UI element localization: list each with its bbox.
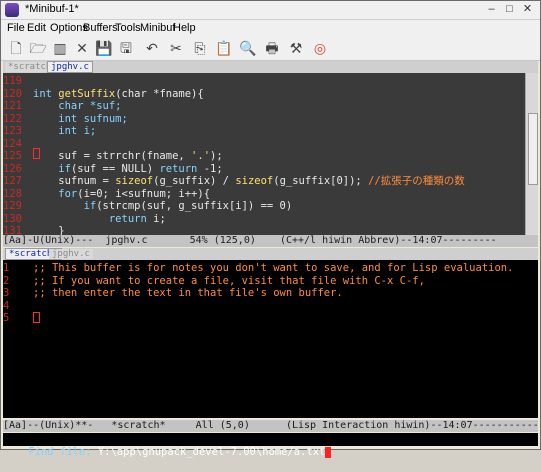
line-number: 121	[3, 100, 22, 112]
code-text: for(i=0; i<sufnum; i++){	[33, 187, 211, 200]
tab-jpghv-c-inactive[interactable]: jpghv.c	[49, 249, 93, 259]
print-icon[interactable]: 🖶	[263, 39, 281, 57]
copy-icon[interactable]: ⎘	[191, 39, 209, 57]
menu-bar: File Edit Options Buffers Tools Minibuf …	[1, 20, 540, 36]
save-disk-icon[interactable]: 💾	[95, 39, 113, 57]
menu-tools[interactable]: Tools	[115, 22, 141, 34]
toolbar: 🗋 🗁 ▥ ✕ 💾 🖫 ↶ ✂ ⎘ 📋 🔍 🖶 ⚒ ◎	[1, 36, 540, 61]
code-text: if(strcmp(suf, g_suffix[i]) == 0)	[33, 200, 293, 212]
line-number: 123	[3, 125, 22, 137]
help-icon[interactable]: ◎	[311, 39, 329, 57]
code-scrollbar[interactable]	[525, 73, 538, 235]
code-line: 124	[3, 138, 523, 150]
comment-text: ;; This buffer is for notes you don't wa…	[33, 262, 514, 274]
paste-icon[interactable]: 📋	[215, 39, 233, 57]
code-text: int sufnum;	[33, 112, 128, 125]
close-window-icon[interactable]: ✕	[521, 3, 534, 16]
emacs-app-icon	[5, 3, 19, 17]
scratch-modeline: [Aa]--(Unix)**- *scratch* All (5,0) (Lis…	[3, 420, 539, 432]
line-number: 120	[3, 87, 22, 100]
save-as-icon[interactable]: 🖫	[117, 39, 135, 57]
line-number: 129	[3, 200, 22, 212]
line-number: 5	[3, 312, 10, 324]
code-text: char *suf;	[33, 100, 122, 112]
minibuffer[interactable]: Find file: Y:\app\gnupack_devel-7.00\hom…	[3, 433, 538, 458]
menu-minibuf[interactable]: Minibuf	[140, 22, 175, 34]
code-line: 130 return i;	[3, 213, 523, 225]
preferences-icon[interactable]: ⚒	[287, 39, 305, 57]
line-number: 125	[3, 150, 22, 162]
text-cursor	[33, 148, 40, 159]
line-number: 122	[3, 112, 22, 125]
line-number: 119	[3, 75, 22, 87]
scratch-line: 4	[3, 300, 523, 312]
code-scroll-thumb[interactable]	[528, 113, 538, 185]
title-bar: *Minibuf-1* – □ ✕	[1, 1, 540, 20]
comment-text: ;; then enter the text in that file's ow…	[33, 287, 343, 299]
line-number: 4	[3, 299, 10, 312]
code-text: suf = strrchr(fname, '.');	[33, 150, 223, 162]
code-line: 121 char *suf;	[3, 100, 523, 112]
new-file-icon[interactable]: 🗋	[7, 39, 25, 57]
window-title: *Minibuf-1*	[25, 3, 79, 15]
code-line: 123 int i;	[3, 125, 523, 137]
code-line: 120 int getSuffix(char *fname){	[3, 88, 523, 100]
scratch-line: 5	[3, 312, 523, 324]
line-number: 1	[3, 262, 10, 274]
menu-help[interactable]: Help	[173, 22, 196, 34]
code-editor-pane[interactable]: 119 120 int getSuffix(char *fname){121 cha…	[3, 73, 538, 237]
code-line: 122 int sufnum;	[3, 113, 523, 125]
code-line: 129 if(strcmp(suf, g_suffix[i]) == 0)	[3, 200, 523, 212]
scratch-cursor	[33, 312, 40, 323]
code-line: 119	[3, 75, 523, 87]
minimize-icon[interactable]: –	[485, 3, 498, 16]
line-number: 124	[3, 137, 22, 150]
line-number: 126	[3, 162, 22, 175]
tab-jpghv-c[interactable]: jpghv.c	[47, 61, 93, 73]
code-text: return i;	[33, 212, 166, 225]
line-number: 130	[3, 212, 22, 225]
scratch-pane[interactable]: 1 ;; This buffer is for notes you don't w…	[3, 260, 538, 418]
code-text: if(suf == NULL) return -1;	[33, 162, 223, 175]
save-icon[interactable]: ▥	[51, 39, 69, 57]
code-text: int i;	[33, 125, 97, 137]
code-modeline: [Aa]-U(Unix)--- jpghv.c 54% (125,0) (C++…	[3, 235, 538, 247]
search-icon[interactable]: 🔍	[239, 39, 257, 57]
cut-icon[interactable]: ✂	[167, 39, 185, 57]
code-line: 126 if(suf == NULL) return -1;	[3, 163, 523, 175]
minibuffer-input[interactable]: Y:\app\gnupack_devel-7.00\home/a.txt	[98, 446, 326, 458]
code-text: sufnum = sizeof(g_suffix) / sizeof(g_suf…	[33, 175, 465, 187]
line-number: 3	[3, 287, 10, 299]
code-line: 127 sufnum = sizeof(g_suffix) / sizeof(g…	[3, 175, 523, 187]
close-icon[interactable]: ✕	[73, 39, 91, 57]
scratch-line: 1 ;; This buffer is for notes you don't w…	[3, 262, 523, 274]
lower-tab-bar: *scratch* jpghv.c	[3, 248, 538, 260]
code-line: 125 suf = strrchr(fname, '.');	[3, 150, 523, 162]
maximize-icon[interactable]: □	[503, 3, 516, 16]
line-number: 128	[3, 187, 22, 200]
top-tab-bar: *scratch* jpghv.c	[3, 61, 538, 73]
scratch-line: 2 ;; If you want to create a file, visit …	[3, 275, 523, 287]
menu-buffers[interactable]: Buffers	[83, 22, 118, 34]
comment-text: ;; If you want to create a file, visit t…	[33, 274, 425, 287]
line-number: 127	[3, 175, 22, 187]
open-folder-icon[interactable]: 🗁	[29, 39, 47, 57]
menu-edit[interactable]: Edit	[27, 22, 46, 34]
line-number: 2	[3, 274, 10, 287]
emacs-window: *Minibuf-1* – □ ✕ File Edit Options Buff…	[0, 0, 541, 458]
undo-icon[interactable]: ↶	[143, 39, 161, 57]
minibuffer-prompt: Find file:	[28, 446, 98, 458]
code-line: 128 for(i=0; i<sufnum; i++){	[3, 188, 523, 200]
code-text: int getSuffix(char *fname){	[33, 87, 204, 100]
menu-file[interactable]: File	[7, 22, 25, 34]
scratch-line: 3 ;; then enter the text in that file's o…	[3, 287, 523, 299]
minibuffer-cursor	[325, 446, 332, 458]
